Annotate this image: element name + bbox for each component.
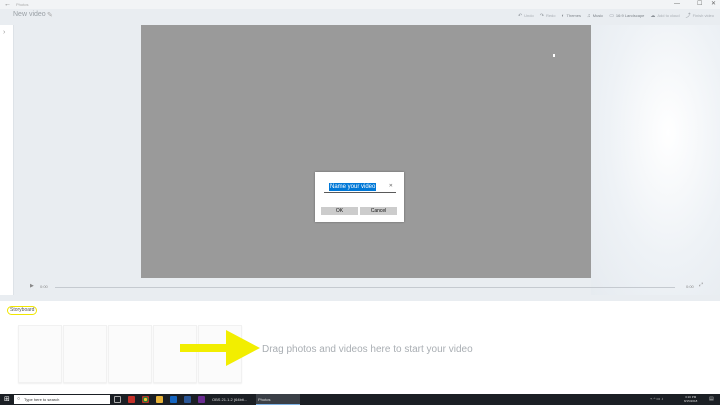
storyboard-slot[interactable] <box>18 325 62 383</box>
storyboard-label: Storyboard <box>7 306 38 315</box>
undo-icon: ↶ <box>517 12 523 19</box>
current-time: 0:00 <box>40 284 48 289</box>
taskbar-clock[interactable]: 3:16 PM 8/15/2018 <box>684 395 697 403</box>
taskbar-search-box[interactable]: ○ Type here to search <box>14 395 110 404</box>
back-arrow-icon[interactable]: ← <box>4 0 11 9</box>
add-to-cloud-button[interactable]: ☁ Add to cloud <box>650 12 679 19</box>
finish-video-button[interactable]: ⤴ Finish video <box>686 12 714 19</box>
themes-button[interactable]: ◐ Themes <box>562 12 581 19</box>
cloud-icon: ☁ <box>650 12 656 19</box>
palette-icon: ◐ <box>561 12 565 19</box>
aspect-icon: ▭ <box>609 12 614 19</box>
task-view-icon[interactable] <box>114 396 121 403</box>
video-name-input[interactable]: Name your video ✕ <box>324 182 396 193</box>
finish-video-label: Finish video <box>692 13 714 18</box>
project-library-panel: › <box>0 25 14 295</box>
play-icon[interactable]: ▶ <box>30 283 34 289</box>
clear-text-icon[interactable]: ✕ <box>389 183 393 189</box>
fullscreen-icon[interactable]: ⤢ <box>699 282 703 288</box>
redo-icon: ↷ <box>539 12 544 19</box>
storyboard-slot[interactable] <box>108 325 152 383</box>
taskbar-app-photos[interactable]: Photos <box>256 394 300 405</box>
editor-background <box>591 25 720 295</box>
editor-toolbar: ↶ Undo ↷ Redo ◐ Themes ♫ Music ▭ 16:9 Landsca… <box>518 12 714 20</box>
start-button[interactable]: ⊞ <box>4 394 13 405</box>
project-title: New video <box>13 11 46 18</box>
export-icon: ⤴ <box>685 13 691 19</box>
name-video-dialog: Name your video ✕ OK Cancel <box>315 172 404 222</box>
seek-slider[interactable] <box>55 287 675 288</box>
clock-date: 8/15/2018 <box>684 399 698 403</box>
pencil-icon[interactable]: ✎ <box>47 11 53 19</box>
video-name-selected-text: Name your video <box>329 183 377 191</box>
aspect-ratio-button[interactable]: ▭ 16:9 Landscape <box>609 12 644 19</box>
editor-header: New video ✎ ↶ Undo ↷ Redo ◐ Themes ♫ Music ▭… <box>0 9 720 25</box>
music-icon: ♫ <box>586 12 591 19</box>
add-to-cloud-label: Add to cloud <box>657 13 680 18</box>
mouse-cursor <box>553 54 555 57</box>
search-placeholder: Type here to search <box>24 397 60 402</box>
undo-label: Undo <box>524 13 534 18</box>
playback-bar: ▶ 0:00 0:00 ⤢ <box>0 280 720 294</box>
maximize-button[interactable]: ☐ <box>697 0 702 9</box>
search-icon: ○ <box>17 396 21 402</box>
total-time: 0:00 <box>686 284 694 289</box>
redo-button[interactable]: ↷ Redo <box>540 12 556 19</box>
aspect-ratio-label: 16:9 Landscape <box>615 13 645 18</box>
photos-app-window: ← Photos — ☐ ✕ New video ✎ ↶ Undo ↷ Redo ◐… <box>0 0 720 394</box>
video-preview <box>141 25 591 278</box>
notification-icon[interactable]: ▤ <box>709 396 714 402</box>
ok-button[interactable]: OK <box>321 207 358 215</box>
undo-button[interactable]: ↶ Undo <box>518 12 534 19</box>
mail-icon[interactable] <box>170 396 177 403</box>
title-bar: ← Photos — ☐ ✕ <box>0 0 720 9</box>
windows-taskbar: ⊞ ○ Type here to search OBS 21.1.2 (64bi… <box>0 394 720 405</box>
storyboard-slot[interactable] <box>63 325 107 383</box>
close-button[interactable]: ✕ <box>711 0 716 9</box>
taskbar-app-obs[interactable]: OBS 21.1.2 (64bit... <box>210 394 256 405</box>
chevron-right-icon[interactable]: › <box>3 29 5 36</box>
app-icon[interactable] <box>128 396 135 403</box>
themes-label: Themes <box>566 13 581 18</box>
music-button[interactable]: ♫ Music <box>587 12 603 19</box>
system-tray[interactable]: ⌁ ^ ▭ ♪ <box>650 396 663 401</box>
redo-label: Redo <box>545 13 556 18</box>
yellow-arrow-icon <box>180 330 260 366</box>
chrome-icon[interactable] <box>142 396 149 403</box>
minimize-button[interactable]: — <box>674 0 680 9</box>
storyboard-drop-hint: Drag photos and videos here to start you… <box>262 344 473 355</box>
app-icon[interactable] <box>198 396 205 403</box>
file-explorer-icon[interactable] <box>156 396 163 403</box>
music-label: Music <box>592 13 604 18</box>
cancel-button[interactable]: Cancel <box>360 207 397 215</box>
window-title: Photos <box>16 2 29 7</box>
word-icon[interactable] <box>184 396 191 403</box>
